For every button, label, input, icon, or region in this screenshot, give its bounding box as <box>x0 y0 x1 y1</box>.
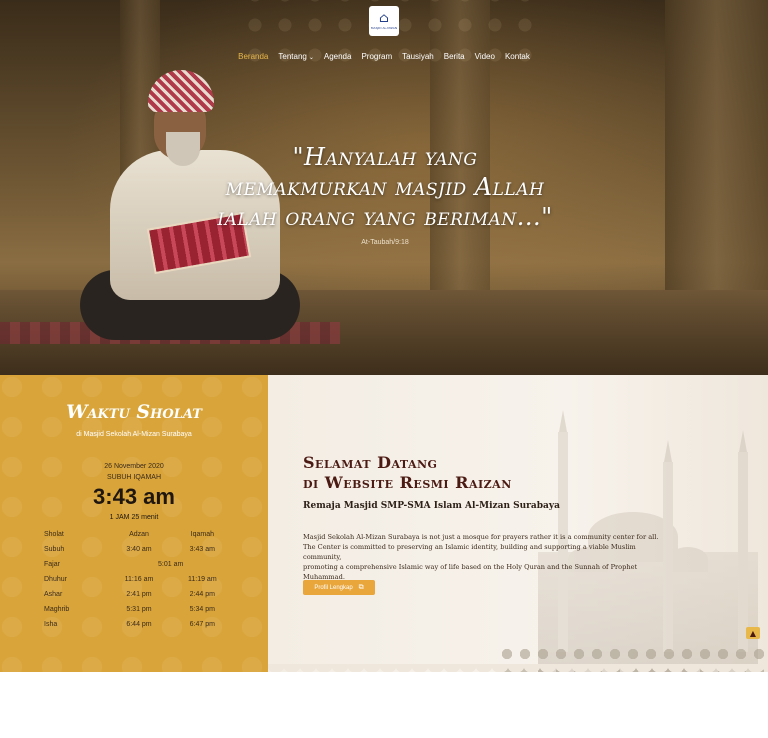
quote-line: "Hanyalah yang <box>292 143 478 171</box>
main-nav: Beranda Tentang ⌄ Agenda Program Tausiyah… <box>0 52 768 61</box>
mosque-dome-icon: ⌂ <box>379 11 389 26</box>
external-link-icon: ⧉ <box>358 583 364 591</box>
table-row: Subuh 3:40 am 3:43 am <box>44 542 234 557</box>
table-row: Isha 6:44 pm 6:47 pm <box>44 617 234 632</box>
logo-text: MASJID AL-MIZAN <box>370 26 398 30</box>
table-header: Sholat Adzan Iqamah <box>44 527 234 542</box>
adzan-time: 5:31 pm <box>126 606 152 613</box>
adzan-time: 11:16 am <box>124 576 154 583</box>
prayer-name: Maghrib <box>44 606 70 613</box>
prayer-name: Fajar <box>44 561 60 568</box>
prayer-name: Dhuhur <box>44 576 67 583</box>
adzan-time: 6:44 pm <box>126 621 152 628</box>
column-header: Sholat <box>44 531 64 538</box>
table-row: Maghrib 5:31 pm 5:34 pm <box>44 602 234 617</box>
nav-item-tausiyah[interactable]: Tausiyah <box>402 52 434 61</box>
iqamah-time: 5:34 pm <box>189 606 215 613</box>
column-header: Iqamah <box>190 531 214 538</box>
welcome-title-line: di Website Resmi Raizan <box>303 473 512 492</box>
site-logo[interactable]: ⌂ MASJID AL-MIZAN <box>369 6 399 36</box>
prayer-name: Ashar <box>44 591 63 598</box>
nav-item-agenda[interactable]: Agenda <box>324 52 352 61</box>
adzan-time: 3:40 am <box>126 546 152 553</box>
scroll-to-top-button[interactable]: ▲ <box>746 627 760 639</box>
table-row: Fajar 5:01 am <box>44 557 234 572</box>
iqamah-time: 6:47 pm <box>189 621 215 628</box>
prayer-times-panel: Waktu Sholat di Masjid Sekolah Al-Mizan … <box>0 375 268 672</box>
next-prayer-time: 3:43 am <box>93 484 175 509</box>
table-row: Ashar 2:41 pm 2:44 pm <box>44 587 234 602</box>
chevron-down-icon: ⌄ <box>308 55 314 61</box>
welcome-section: Selamat Datang di Website Resmi Raizan R… <box>268 375 768 672</box>
welcome-text-line: The Center is committed to preserving an… <box>303 543 636 561</box>
quote-source: At-Taubah/9:18 <box>361 239 409 246</box>
nav-item-tentang[interactable]: Tentang ⌄ <box>278 52 314 61</box>
nav-item-kontak[interactable]: Kontak <box>505 52 530 61</box>
welcome-text-line: Masjid Sekolah Al-Mizan Surabaya is not … <box>303 533 659 541</box>
nav-item-beranda[interactable]: Beranda <box>238 52 268 61</box>
prayer-title: Waktu Sholat <box>66 401 202 423</box>
welcome-title-line: Selamat Datang <box>303 453 438 472</box>
nav-item-program[interactable]: Program <box>361 52 392 61</box>
iqamah-time: 3:43 am <box>189 546 215 553</box>
prayer-name: Isha <box>44 621 58 628</box>
iqamah-time: 2:44 pm <box>189 591 215 598</box>
nav-item-video[interactable]: Video <box>475 52 495 61</box>
countdown: 1 JAM 25 menit <box>109 514 159 521</box>
nav-item-label: Tentang <box>278 52 307 61</box>
column-header: Adzan <box>129 531 149 538</box>
profile-button[interactable]: Profil Lengkap ⧉ <box>303 580 375 595</box>
prayer-time: 5:01 am <box>158 561 184 568</box>
hero-section: ⌂ MASJID AL-MIZAN Beranda Tentang ⌄ Agend… <box>0 0 768 375</box>
quote-line: memakmurkan masjid Allah <box>225 173 545 201</box>
welcome-title: Selamat Datang di Website Resmi Raizan <box>303 453 603 493</box>
welcome-text-line: promoting a comprehensive Islamic way of… <box>303 563 638 581</box>
welcome-text: Masjid Sekolah Al-Mizan Surabaya is not … <box>303 532 673 582</box>
table-row: Dhuhur 11:16 am 11:19 am <box>44 572 234 587</box>
arrow-up-icon: ▲ <box>749 628 757 638</box>
profile-button-label: Profil Lengkap <box>314 584 353 591</box>
quote-line: ialah orang yang beriman..." <box>217 203 553 231</box>
prayer-date: 26 November 2020 <box>104 463 164 470</box>
nav-item-berita[interactable]: Berita <box>444 52 465 61</box>
hero-quote: "Hanyalah yang memakmurkan masjid Allah … <box>150 142 620 232</box>
page-bottom <box>0 672 768 738</box>
prayer-name: Subuh <box>44 546 65 553</box>
welcome-subtitle: Remaja Masjid SMP-SMA Islam Al-Mizan Sur… <box>303 501 560 511</box>
adzan-time: 2:41 pm <box>126 591 152 598</box>
prayer-table: Sholat Adzan Iqamah Subuh 3:40 am 3:43 a… <box>44 527 234 632</box>
iqamah-time: 11:19 am <box>187 576 217 583</box>
prayer-subtitle: di Masjid Sekolah Al-Mizan Surabaya <box>76 431 192 438</box>
next-prayer-label: SUBUH IQAMAH <box>106 474 162 481</box>
